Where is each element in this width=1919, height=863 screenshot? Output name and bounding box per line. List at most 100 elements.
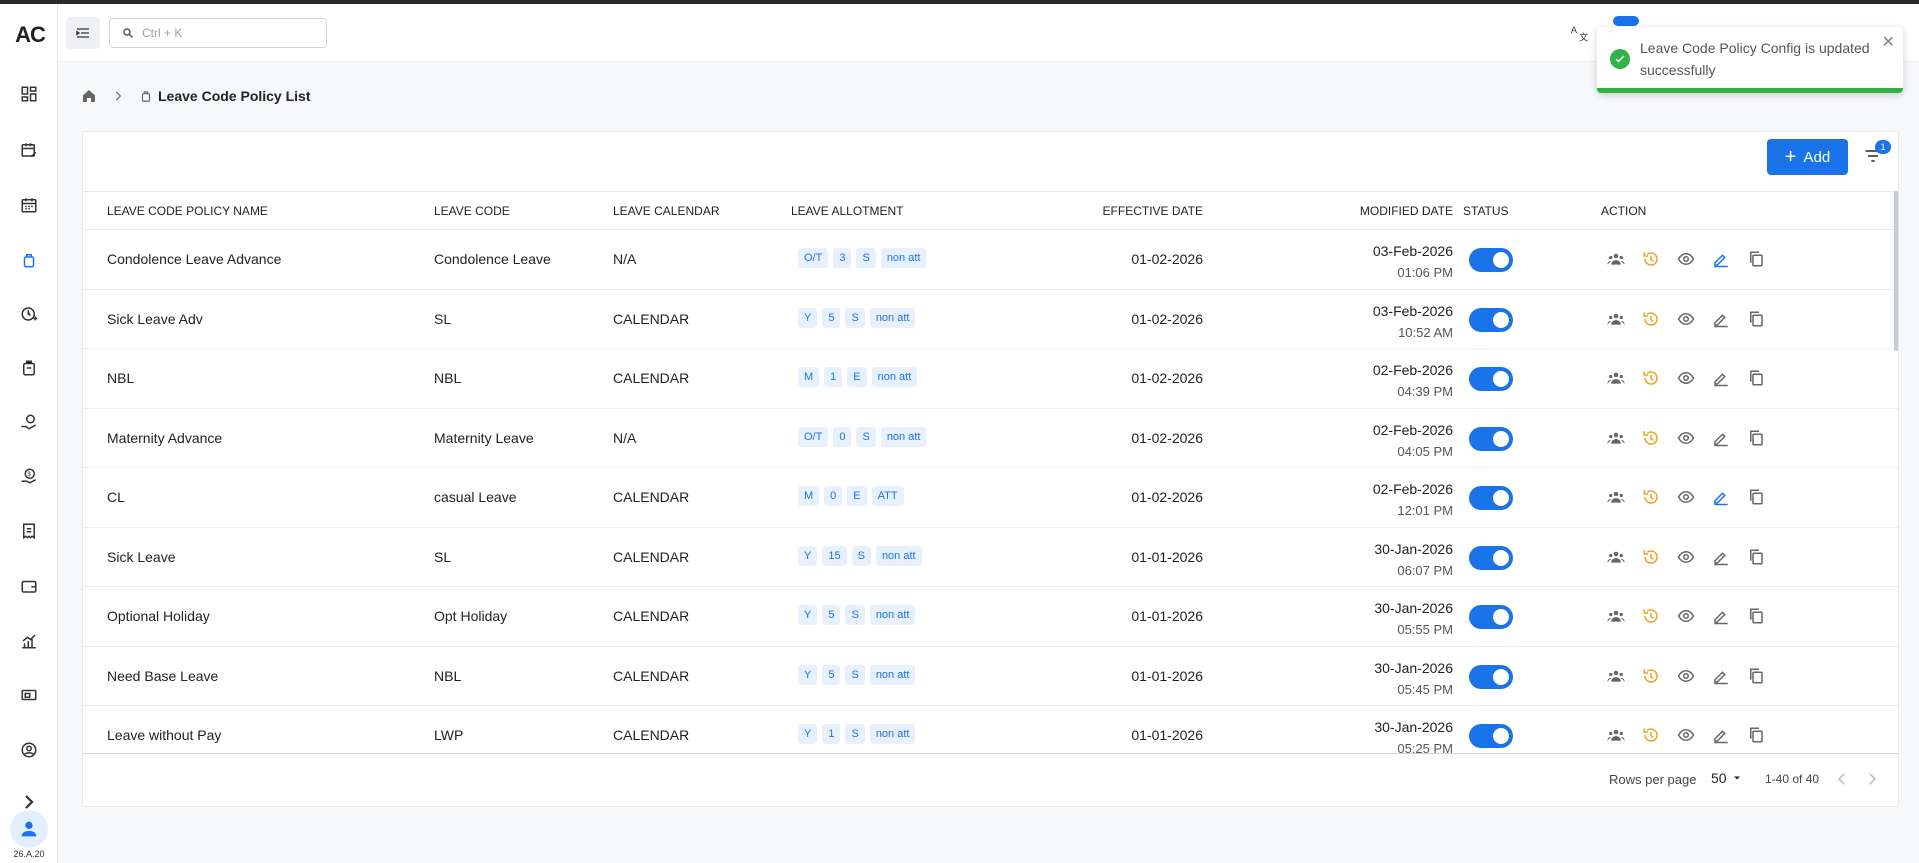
copy-button[interactable] [1745,486,1767,508]
table-row[interactable]: Maternity Advance Maternity Leave N/A O/… [83,409,1898,468]
assign-users-button[interactable] [1605,605,1627,627]
history-button[interactable] [1640,665,1662,687]
copy-button[interactable] [1745,367,1767,389]
header-policy-name[interactable]: LEAVE CODE POLICY NAME [107,204,268,218]
modified-date-cell: 02-Feb-2026 04:39 PM [1373,359,1453,403]
status-toggle[interactable] [1469,724,1513,748]
table-row[interactable]: Sick Leave Adv SL CALENDAR Y 5 Snon att 01… [83,290,1898,349]
edit-button[interactable] [1710,486,1732,508]
view-button[interactable] [1675,665,1697,687]
badge-icon[interactable] [17,356,41,380]
view-button[interactable] [1675,367,1697,389]
status-toggle[interactable] [1469,605,1513,629]
hand-coin-icon[interactable] [17,410,41,434]
assign-users-button[interactable] [1605,546,1627,568]
assign-users-button[interactable] [1605,665,1627,687]
copy-button[interactable] [1745,248,1767,270]
status-toggle[interactable] [1469,367,1513,391]
assign-users-button[interactable] [1605,308,1627,330]
assign-users-button[interactable] [1605,427,1627,449]
search-input[interactable]: Ctrl + K [109,18,327,48]
header-modified-date[interactable]: MODIFIED DATE [1360,204,1453,218]
status-toggle[interactable] [1469,664,1513,689]
history-button[interactable] [1640,546,1662,568]
view-button[interactable] [1675,248,1697,270]
assign-users-button[interactable] [1605,486,1627,508]
copy-button[interactable] [1745,724,1767,746]
edit-button[interactable] [1710,308,1732,330]
user-avatar-icon[interactable] [10,810,48,848]
header-status[interactable]: STATUS [1463,204,1509,218]
assign-users-button[interactable] [1605,367,1627,389]
history-button[interactable] [1640,308,1662,330]
table-scrollbar[interactable] [1894,191,1898,351]
copy-button[interactable] [1745,427,1767,449]
table-row[interactable]: Need Base Leave NBL CALENDAR Y 5 Snon att … [83,647,1898,706]
status-toggle[interactable] [1469,248,1513,272]
chevron-left-icon[interactable] [1833,770,1851,788]
edit-button[interactable] [1710,605,1732,627]
status-toggle[interactable] [1469,426,1513,451]
copy-button[interactable] [1745,308,1767,330]
eye-icon [1677,550,1695,563]
edit-button[interactable] [1710,367,1732,389]
header-leave-allotment[interactable]: LEAVE ALLOTMENT [791,204,903,218]
dashboard-icon[interactable] [17,82,41,106]
view-button[interactable] [1675,308,1697,330]
rows-per-page-select[interactable]: 50 [1711,770,1743,786]
notification-badge[interactable] [1613,16,1639,26]
edit-button[interactable] [1710,248,1732,270]
add-button[interactable]: + Add [1767,139,1848,175]
app-logo[interactable]: AC [10,22,50,48]
allotment-chip: S [856,426,876,447]
translate-icon[interactable]: A文 [1570,23,1590,43]
filter-button[interactable]: 1 [1863,140,1891,168]
assign-users-button[interactable] [1605,248,1627,270]
table-row[interactable]: Condolence Leave Advance Condolence Leav… [83,230,1898,290]
view-button[interactable] [1675,546,1697,568]
copy-button[interactable] [1745,605,1767,627]
view-button[interactable] [1675,605,1697,627]
menu-toggle-button[interactable] [66,17,100,49]
receipt-icon[interactable] [17,519,41,543]
table-row[interactable]: CL casual Leave CALENDAR M 0 E ATT 01-02-20… [83,468,1898,528]
table-row[interactable]: Optional Holiday Opt Holiday CALENDAR Y5… [83,587,1898,647]
view-button[interactable] [1675,724,1697,746]
status-toggle[interactable] [1469,307,1513,332]
chevron-right-icon[interactable] [1863,770,1881,788]
copy-button[interactable] [1745,546,1767,568]
home-icon[interactable] [81,88,97,104]
table-row[interactable]: NBL NBL CALENDAR M 1 Enon att 01-02-2026 0… [83,349,1898,409]
edit-button[interactable] [1710,427,1732,449]
copy-button[interactable] [1745,665,1767,687]
leave-policy-icon[interactable] [17,248,41,272]
history-button[interactable] [1640,427,1662,449]
history-button[interactable] [1640,605,1662,627]
history-button[interactable] [1640,486,1662,508]
status-toggle[interactable] [1469,486,1513,510]
status-toggle[interactable] [1469,545,1513,570]
view-button[interactable] [1675,486,1697,508]
header-leave-code[interactable]: LEAVE CODE [434,204,510,218]
edit-button[interactable] [1710,546,1732,568]
clock-plus-icon[interactable] [17,302,41,326]
table-row[interactable]: Sick Leave SL CALENDAR Y 15 Snon att 01-01… [83,528,1898,587]
calendar-edit-icon[interactable] [17,138,41,162]
org-chart-icon[interactable] [17,629,41,653]
wallet-icon[interactable] [17,574,41,598]
assign-users-button[interactable] [1605,724,1627,746]
history-button[interactable] [1640,724,1662,746]
close-icon[interactable]: ✕ [1882,32,1895,52]
view-button[interactable] [1675,427,1697,449]
calendar-icon[interactable] [17,193,41,217]
user-circle-icon[interactable] [17,738,41,762]
header-effective-date[interactable]: EFFECTIVE DATE [1103,204,1203,218]
history-button[interactable] [1640,367,1662,389]
edit-button[interactable] [1710,724,1732,746]
payment-icon[interactable] [17,683,41,707]
money-hand-icon[interactable]: $ [17,464,41,488]
edit-button[interactable] [1710,665,1732,687]
header-leave-calendar[interactable]: LEAVE CALENDAR [613,204,719,218]
copy-icon [1750,608,1763,624]
history-button[interactable] [1640,248,1662,270]
